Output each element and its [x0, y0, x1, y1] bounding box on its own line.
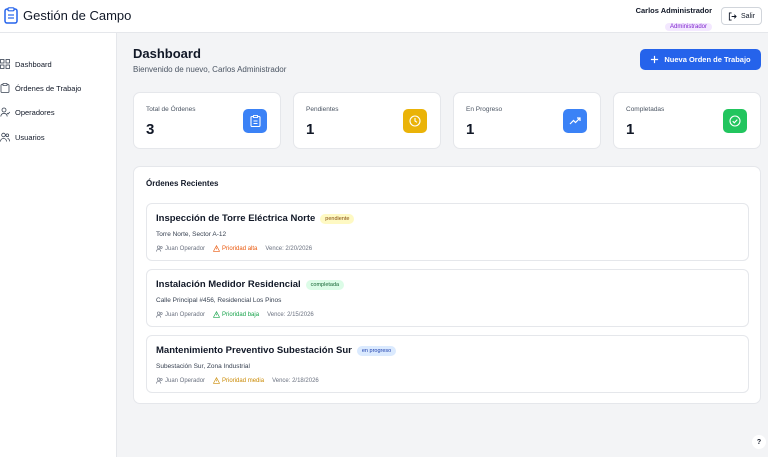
- order-title: Inspección de Torre Eléctrica Norte: [156, 213, 316, 224]
- order-meta: Juan Operador Prioridad baja Vence: 2/15…: [156, 311, 314, 318]
- stat-card-en-progreso: En Progreso 1: [453, 92, 601, 149]
- users-icon: [156, 245, 163, 252]
- trending-up-icon: [563, 109, 587, 133]
- due-date: Vence: 2/18/2026: [272, 377, 319, 384]
- order-title: Instalación Medidor Residencial: [156, 279, 301, 290]
- sidebar-item-operadores[interactable]: Operadores: [0, 105, 55, 119]
- order-meta: Juan Operador Prioridad media Vence: 2/1…: [156, 377, 319, 384]
- sidebar-item-dashboard[interactable]: Dashboard: [0, 57, 52, 71]
- stat-value: 1: [306, 121, 315, 138]
- plus-icon: [651, 55, 659, 64]
- clock-icon: [403, 109, 427, 133]
- status-badge: pendiente: [320, 213, 355, 224]
- logout-label: Salir: [740, 12, 755, 20]
- order-title-row: Mantenimiento Preventivo Subestación Sur…: [156, 345, 397, 356]
- check-circle-icon: [723, 109, 747, 133]
- stat-value: 1: [626, 121, 635, 138]
- clipboard-icon: [0, 83, 10, 93]
- status-badge: en progreso: [356, 345, 397, 356]
- main-content: Dashboard Bienvenido de nuevo, Carlos Ad…: [117, 33, 768, 457]
- stat-value: 1: [466, 121, 475, 138]
- clipboard-icon: [4, 7, 18, 24]
- new-order-button[interactable]: Nueva Orden de Trabajo: [640, 49, 761, 70]
- app-title: Gestión de Campo: [23, 8, 132, 23]
- role-badge: Administrador: [664, 23, 712, 31]
- page-title: Dashboard: [133, 46, 201, 61]
- logout-button[interactable]: Salir: [720, 7, 762, 25]
- sidebar-item-label: Órdenes de Trabajo: [15, 83, 82, 93]
- alert-triangle-icon: [213, 311, 221, 318]
- order-card[interactable]: Mantenimiento Preventivo Subestación Sur…: [146, 335, 749, 393]
- order-location: Calle Principal #456, Residencial Los Pi…: [156, 297, 282, 304]
- order-card[interactable]: Instalación Medidor Residencial completa…: [146, 269, 749, 327]
- due-date: Vence: 2/15/2026: [267, 311, 314, 318]
- stat-card-completadas: Completadas 1: [613, 92, 761, 149]
- order-priority: Prioridad alta: [213, 245, 257, 252]
- operator-name: Juan Operador: [165, 311, 206, 318]
- help-button[interactable]: ?: [752, 435, 766, 449]
- operator-name: Juan Operador: [165, 245, 206, 252]
- user-info: Carlos Administrador Administrador: [636, 6, 712, 33]
- order-title: Mantenimiento Preventivo Subestación Sur: [156, 345, 352, 356]
- top-bar: Gestión de Campo Carlos Administrador Ad…: [0, 0, 768, 33]
- order-card[interactable]: Inspección de Torre Eléctrica Norte pend…: [146, 203, 749, 261]
- grid-icon: [0, 59, 10, 69]
- sidebar-item-usuarios[interactable]: Usuarios: [0, 130, 45, 144]
- status-badge: completada: [305, 279, 345, 290]
- sidebar-item-label: Operadores: [15, 107, 55, 117]
- order-priority: Prioridad baja: [213, 311, 259, 318]
- sidebar-item-ordenes[interactable]: Órdenes de Trabajo: [0, 81, 81, 95]
- brand: Gestión de Campo: [4, 7, 131, 24]
- new-order-label: Nueva Orden de Trabajo: [664, 55, 751, 64]
- user-name: Carlos Administrador: [635, 6, 712, 15]
- stat-label: Completadas: [626, 106, 665, 113]
- users-icon: [156, 377, 163, 384]
- alert-triangle-icon: [213, 377, 221, 384]
- page-subtitle: Bienvenido de nuevo, Carlos Administrado…: [133, 65, 287, 74]
- priority-label: Prioridad media: [222, 377, 265, 384]
- stat-value: 3: [146, 121, 155, 138]
- stat-label: Total de Órdenes: [146, 106, 196, 113]
- order-operator: Juan Operador: [156, 311, 205, 318]
- priority-label: Prioridad baja: [222, 311, 260, 318]
- clipboard-icon: [243, 109, 267, 133]
- logout-icon: [728, 11, 737, 21]
- due-date: Vence: 2/20/2026: [265, 245, 313, 252]
- sidebar-item-label: Usuarios: [15, 132, 45, 142]
- recent-orders-title: Órdenes Recientes: [146, 179, 219, 188]
- stat-label: Pendientes: [306, 106, 339, 113]
- stat-label: En Progreso: [466, 106, 503, 113]
- users-icon: [0, 132, 10, 142]
- stat-card-total: Total de Órdenes 3: [133, 92, 281, 149]
- order-location: Torre Norte, Sector A-12: [156, 231, 227, 238]
- order-title-row: Instalación Medidor Residencial completa…: [156, 279, 345, 290]
- recent-orders-panel: Órdenes Recientes Inspección de Torre El…: [133, 166, 761, 404]
- order-location: Subestación Sur, Zona Industrial: [156, 363, 250, 370]
- operator-name: Juan Operador: [165, 377, 206, 384]
- order-title-row: Inspección de Torre Eléctrica Norte pend…: [156, 213, 355, 224]
- sidebar-item-label: Dashboard: [15, 59, 52, 69]
- alert-triangle-icon: [213, 245, 221, 252]
- sidebar: Dashboard Órdenes de Trabajo Operadores …: [0, 33, 117, 457]
- order-operator: Juan Operador: [156, 245, 205, 252]
- user-icon: [0, 107, 10, 117]
- order-meta: Juan Operador Prioridad alta Vence: 2/20…: [156, 245, 312, 252]
- stat-card-pendientes: Pendientes 1: [293, 92, 441, 149]
- users-icon: [156, 311, 163, 318]
- order-operator: Juan Operador: [156, 377, 205, 384]
- priority-label: Prioridad alta: [222, 245, 258, 252]
- order-priority: Prioridad media: [213, 377, 264, 384]
